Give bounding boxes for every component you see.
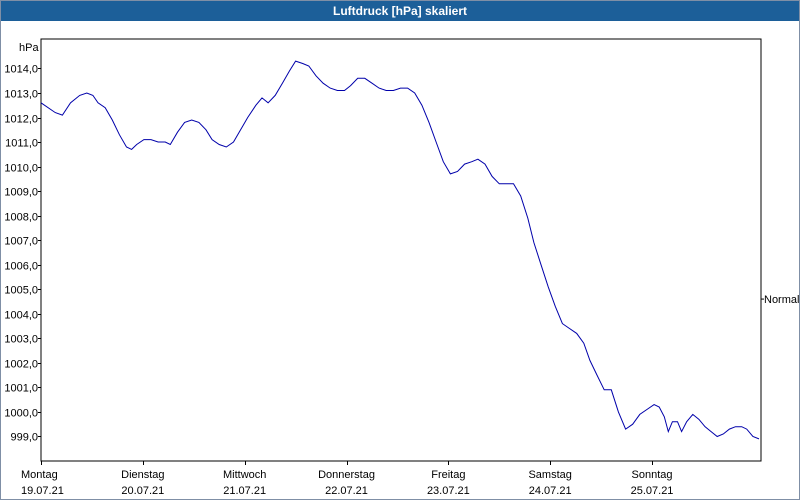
- y-tick-label: 1005,0: [4, 285, 38, 297]
- chart-window: Luftdruck [hPa] skaliert 999,0 1000,0 1001…: [0, 0, 800, 500]
- x-tick-label-date: 23.07.21: [427, 485, 470, 497]
- x-tick-label-day: Samstag: [528, 469, 571, 481]
- y-tick-label: 1011,0: [5, 138, 38, 150]
- y-tick-label: 1006,0: [4, 261, 38, 273]
- y-tick-label: 1002,0: [4, 359, 38, 371]
- x-tick-label-day: Sonntag: [632, 469, 673, 481]
- chart-title: Luftdruck [hPa] skaliert: [1, 1, 799, 21]
- y-tick-label: 1014,0: [4, 64, 38, 76]
- y-tick-label: 1010,0: [4, 163, 38, 175]
- x-tick-label-date: 25.07.21: [631, 485, 674, 497]
- x-tick-label-date: 19.07.21: [21, 485, 64, 497]
- y-tick-label: 1001,0: [4, 383, 38, 395]
- x-tick-label-day: Montag: [21, 469, 58, 481]
- x-tick-label-date: 22.07.21: [325, 485, 368, 497]
- y-axis-label: hPa: [19, 42, 39, 54]
- y-tick-label: 1009,0: [4, 187, 38, 199]
- axes: [38, 38, 764, 465]
- y-tick-label: 999,0: [10, 432, 38, 444]
- y-tick-label: 1012,0: [4, 114, 38, 126]
- x-tick-label-day: Freitag: [431, 469, 465, 481]
- y-tick-label: 1007,0: [4, 236, 38, 248]
- normal-label: Normal: [764, 294, 799, 306]
- pressure-chart: 999,0 1000,0 1001,0 1002,0 1003,0 1004,0 1005,…: [4, 38, 799, 497]
- x-tick-label-day: Dienstag: [121, 469, 164, 481]
- x-tick-label-day: Mittwoch: [223, 469, 266, 481]
- y-tick-label: 1008,0: [4, 212, 38, 224]
- y-tick-label: 1013,0: [4, 89, 38, 101]
- x-tick-label-date: 20.07.21: [121, 485, 164, 497]
- y-tick-label: 1004,0: [4, 310, 38, 322]
- x-tick-label-date: 24.07.21: [529, 485, 572, 497]
- y-tick-label: 1000,0: [4, 408, 38, 420]
- x-tick-label-day: Donnerstag: [318, 469, 375, 481]
- y-tick-label: 1003,0: [4, 334, 38, 346]
- plot-area: [40, 38, 762, 462]
- x-tick-label-date: 21.07.21: [223, 485, 266, 497]
